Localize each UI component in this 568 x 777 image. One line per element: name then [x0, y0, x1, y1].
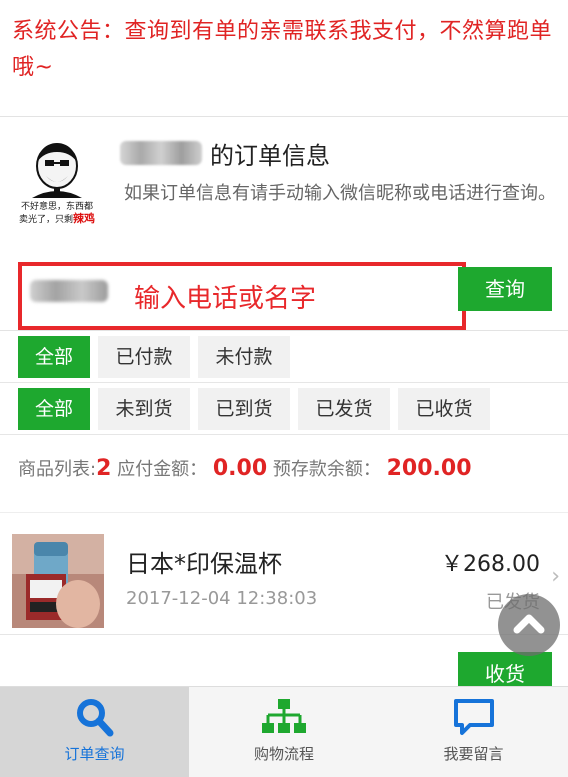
- search-placeholder: 输入电话或名字: [134, 284, 317, 314]
- chevron-up-icon: [513, 614, 545, 634]
- tab-label-leave-message: 我要留言: [443, 745, 504, 763]
- filter-shipping-all[interactable]: 全部: [18, 388, 90, 430]
- filter-received[interactable]: 已收货: [398, 388, 490, 430]
- search-row: 输入电话或名字 查询: [0, 252, 568, 331]
- blurred-input-value: [30, 280, 108, 302]
- scroll-to-top-button[interactable]: [498, 594, 560, 656]
- payable-amount: 0.00: [212, 456, 268, 481]
- shipping-filter-bar: 全部 未到货 已到货 已发货 已收货: [0, 382, 568, 435]
- blurred-username: [120, 141, 202, 165]
- logo-caption-line2: 卖光了，只剩: [18, 215, 73, 225]
- search-input[interactable]: 输入电话或名字: [18, 262, 466, 330]
- tab-order-query[interactable]: 订单查询: [0, 687, 189, 777]
- bottom-tab-bar: 订单查询 购物流程 我要留言: [0, 686, 568, 777]
- filter-arrived[interactable]: 已到货: [198, 388, 290, 430]
- filter-not-arrived[interactable]: 未到货: [98, 388, 190, 430]
- message-icon: [453, 699, 494, 735]
- order-summary: 商品列表:2 应付金额： 0.00 预存款余额： 200.00: [18, 455, 472, 481]
- deposit-label: 预存款余额：: [272, 459, 381, 480]
- kfc-logo: 不好意思，东西都 卖光了，只剩辣鸡: [12, 140, 102, 230]
- logo-caption-hot: 辣鸡: [73, 212, 95, 225]
- product-thumbnail: [12, 534, 104, 628]
- order-price: ￥268.00: [441, 552, 540, 577]
- item-count: 2: [96, 456, 112, 481]
- list-label: 商品列表:: [18, 459, 97, 480]
- filter-payment-all[interactable]: 全部: [18, 336, 90, 378]
- logo-caption: 不好意思，东西都 卖光了，只剩辣鸡: [12, 202, 102, 226]
- tab-label-shopping-flow: 购物流程: [253, 745, 314, 763]
- query-button[interactable]: 查询: [458, 267, 552, 311]
- divider: [0, 500, 568, 513]
- chevron-right-icon: ›: [551, 564, 560, 589]
- payment-filter-bar: 全部 已付款 未付款: [0, 330, 568, 383]
- search-hint: 如果订单信息有请手动输入微信昵称或电话进行查询。: [124, 183, 556, 204]
- product-name: 日本*印保温杯: [126, 550, 282, 578]
- notice-banner: 系统公告：查询到有单的亲需联系我支付，不然算跑单哦~: [0, 0, 568, 117]
- filter-shipped[interactable]: 已发货: [298, 388, 390, 430]
- notice-text: 系统公告：查询到有单的亲需联系我支付，不然算跑单哦~: [12, 19, 553, 80]
- flowchart-icon: [262, 699, 306, 733]
- tab-leave-message[interactable]: 我要留言: [379, 687, 568, 777]
- filter-unpaid[interactable]: 未付款: [198, 336, 290, 378]
- order-item[interactable]: 日本*印保温杯 2017-12-04 12:38:03 ￥268.00 已发货 …: [0, 524, 568, 635]
- tab-shopping-flow[interactable]: 购物流程: [189, 687, 379, 777]
- search-icon: [76, 699, 113, 737]
- deposit-amount: 200.00: [386, 456, 472, 481]
- profile-section: 不好意思，东西都 卖光了，只剩辣鸡 的订单信息 如果订单信息有请手动输入微信昵称…: [0, 116, 568, 253]
- filter-paid[interactable]: 已付款: [98, 336, 190, 378]
- order-info-title: 的订单信息: [210, 142, 330, 170]
- payable-label: 应付金额：: [117, 459, 208, 480]
- order-time: 2017-12-04 12:38:03: [126, 588, 318, 609]
- tab-label-order-query: 订单查询: [64, 745, 125, 763]
